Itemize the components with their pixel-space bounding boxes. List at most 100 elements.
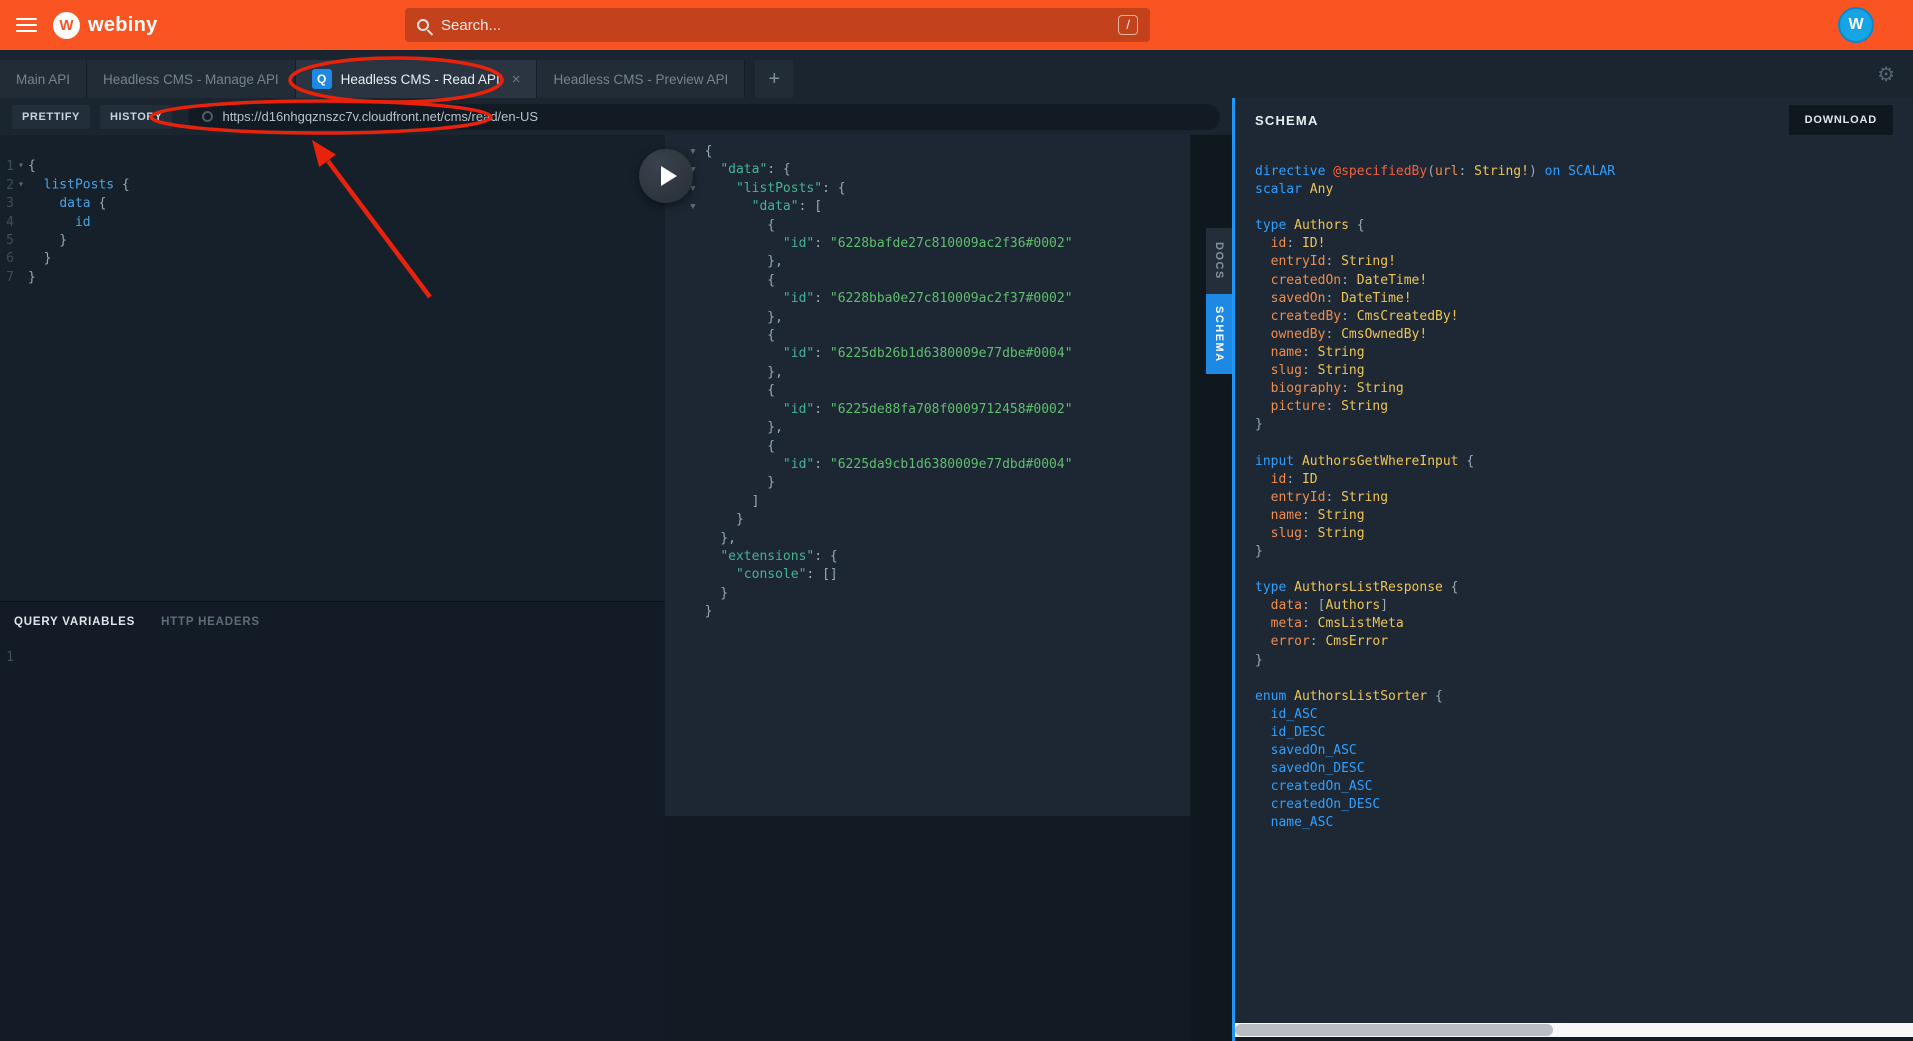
code-line: 2▾ listPosts { xyxy=(0,176,665,195)
code-line: "id": "6225db26b1d6380009e77dbe#0004" xyxy=(689,345,1190,363)
editor-row: 1▾{2▾ listPosts {3 data {4 id5 }6 }7} QU… xyxy=(0,135,1232,1041)
code-line: savedOn: DateTime! xyxy=(1255,290,1913,308)
webiny-api-playground: W webiny Search... / W Main API Headless… xyxy=(0,0,1913,1041)
schema-panel: SCHEMA DOWNLOAD directive @specifiedBy(u… xyxy=(1235,98,1913,1041)
api-url: https://d16nhgqznszc7v.cloudfront.net/cm… xyxy=(222,109,538,124)
query-editor[interactable]: 1▾{2▾ listPosts {3 data {4 id5 }6 }7} xyxy=(0,135,665,601)
code-line xyxy=(1255,199,1913,217)
query-pane: 1▾{2▾ listPosts {3 data {4 id5 }6 }7} QU… xyxy=(0,135,665,1041)
code-line: createdOn: DateTime! xyxy=(1255,272,1913,290)
code-line: 5 } xyxy=(0,232,665,250)
response-viewer: ▾ {▾ "data": {▾ "listPosts": {▾ "data": … xyxy=(665,135,1190,816)
tab-headless-cms-read-api[interactable]: Q Headless CMS - Read API × xyxy=(296,60,538,98)
docs-side-tab[interactable]: DOCS xyxy=(1206,228,1232,294)
code-line: biography: String xyxy=(1255,380,1913,398)
code-line: { xyxy=(689,272,1190,290)
code-line: data: [Authors] xyxy=(1255,597,1913,615)
history-button[interactable]: HISTORY xyxy=(100,105,173,129)
tab-headless-cms-manage-api[interactable]: Headless CMS - Manage API xyxy=(87,60,296,98)
code-line: } xyxy=(689,603,1190,621)
webiny-logo[interactable]: W webiny xyxy=(53,12,158,39)
code-line: ownedBy: CmsOwnedBy! xyxy=(1255,326,1913,344)
code-line: savedOn_ASC xyxy=(1255,742,1913,760)
code-line: }, xyxy=(689,364,1190,382)
result-region: ▾ {▾ "data": {▾ "listPosts": {▾ "data": … xyxy=(665,135,1232,1041)
line-number: 1 xyxy=(0,650,14,665)
code-line: error: CmsError xyxy=(1255,633,1913,651)
code-line: "id": "6225da9cb1d6380009e77dbd#0004" xyxy=(689,456,1190,474)
code-line: name: String xyxy=(1255,344,1913,362)
code-line: entryId: String! xyxy=(1255,253,1913,271)
code-line: ▾ "data": { xyxy=(689,161,1190,179)
code-line: 3 data { xyxy=(0,195,665,213)
gear-icon[interactable]: ⚙ xyxy=(1877,62,1895,87)
code-line: { xyxy=(689,217,1190,235)
code-line xyxy=(1255,670,1913,688)
variables-header: QUERY VARIABLES HTTP HEADERS xyxy=(0,602,665,642)
brand-name: webiny xyxy=(88,14,158,37)
code-line: ▾ "data": [ xyxy=(689,198,1190,216)
code-line: createdOn_ASC xyxy=(1255,778,1913,796)
code-line xyxy=(1255,434,1913,452)
execute-query-button[interactable] xyxy=(639,149,693,203)
search-input[interactable]: Search... / xyxy=(405,8,1150,42)
code-line: "id": "6225de88fa708f0009712458#0002" xyxy=(689,401,1190,419)
code-line: "id": "6228bba0e27c810009ac2f37#0002" xyxy=(689,290,1190,308)
tab-main-api[interactable]: Main API xyxy=(0,60,87,98)
code-line: "console": [] xyxy=(689,566,1190,584)
topbar: W webiny Search... / W xyxy=(0,0,1913,50)
graphiql-area: PRETTIFY HISTORY https://d16nhgqznszc7v.… xyxy=(0,98,1232,1041)
query-variables-tab[interactable]: QUERY VARIABLES xyxy=(14,616,135,628)
code-line: }, xyxy=(689,309,1190,327)
tab-headless-cms-preview-api[interactable]: Headless CMS - Preview API xyxy=(537,60,745,98)
code-line: }, xyxy=(689,530,1190,548)
schema-panel-header: SCHEMA DOWNLOAD xyxy=(1235,98,1913,142)
code-line: 4 id xyxy=(0,214,665,232)
api-url-field[interactable]: https://d16nhgqznszc7v.cloudfront.net/cm… xyxy=(188,104,1220,130)
endpoint-icon xyxy=(202,111,213,122)
code-line: } xyxy=(689,511,1190,529)
code-line: 7} xyxy=(0,269,665,287)
code-line: } xyxy=(689,474,1190,492)
code-line: "id": "6228bafde27c810009ac2f36#0002" xyxy=(689,235,1190,253)
tab-label: Main API xyxy=(16,72,70,87)
code-line: directive @specifiedBy(url: String!) on … xyxy=(1255,163,1913,181)
schema-viewer: directive @specifiedBy(url: String!) on … xyxy=(1235,142,1913,1023)
code-line: } xyxy=(1255,543,1913,561)
user-avatar[interactable]: W xyxy=(1838,7,1874,43)
code-line: input AuthorsGetWhereInput { xyxy=(1255,453,1913,471)
menu-icon[interactable] xyxy=(16,14,37,36)
query-badge-icon: Q xyxy=(312,69,332,89)
horizontal-scrollbar[interactable] xyxy=(1235,1023,1913,1041)
keyboard-shortcut-badge: / xyxy=(1118,15,1138,35)
code-line: } xyxy=(1255,416,1913,434)
search-placeholder: Search... xyxy=(441,17,501,34)
http-headers-tab[interactable]: HTTP HEADERS xyxy=(161,616,260,628)
code-line: }, xyxy=(689,419,1190,437)
code-line: name_ASC xyxy=(1255,814,1913,832)
close-tab-icon[interactable]: × xyxy=(512,71,521,88)
code-line: createdBy: CmsCreatedBy! xyxy=(1255,308,1913,326)
scrollbar-thumb[interactable] xyxy=(1235,1024,1553,1036)
variables-section: QUERY VARIABLES HTTP HEADERS 1 xyxy=(0,601,665,1041)
code-line: "extensions": { xyxy=(689,548,1190,566)
graphiql-toolbar: PRETTIFY HISTORY https://d16nhgqznszc7v.… xyxy=(0,98,1232,135)
code-line: id_DESC xyxy=(1255,724,1913,742)
code-line: } xyxy=(1255,652,1913,670)
search-icon xyxy=(417,19,429,31)
code-line: 1▾{ xyxy=(0,157,665,176)
avatar-letter: W xyxy=(1848,16,1863,34)
prettify-button[interactable]: PRETTIFY xyxy=(12,105,90,129)
code-line: name: String xyxy=(1255,507,1913,525)
code-line: entryId: String xyxy=(1255,489,1913,507)
code-line: ▾ "listPosts": { xyxy=(689,180,1190,198)
code-line: picture: String xyxy=(1255,398,1913,416)
code-line: slug: String xyxy=(1255,362,1913,380)
playground-body: PRETTIFY HISTORY https://d16nhgqznszc7v.… xyxy=(0,98,1913,1041)
new-tab-button[interactable]: + xyxy=(755,60,793,98)
schema-side-tab[interactable]: SCHEMA xyxy=(1206,294,1232,374)
code-line: type Authors { xyxy=(1255,217,1913,235)
tab-label: Headless CMS - Manage API xyxy=(103,72,279,87)
variables-editor[interactable]: 1 xyxy=(0,642,665,665)
download-schema-button[interactable]: DOWNLOAD xyxy=(1789,105,1893,135)
